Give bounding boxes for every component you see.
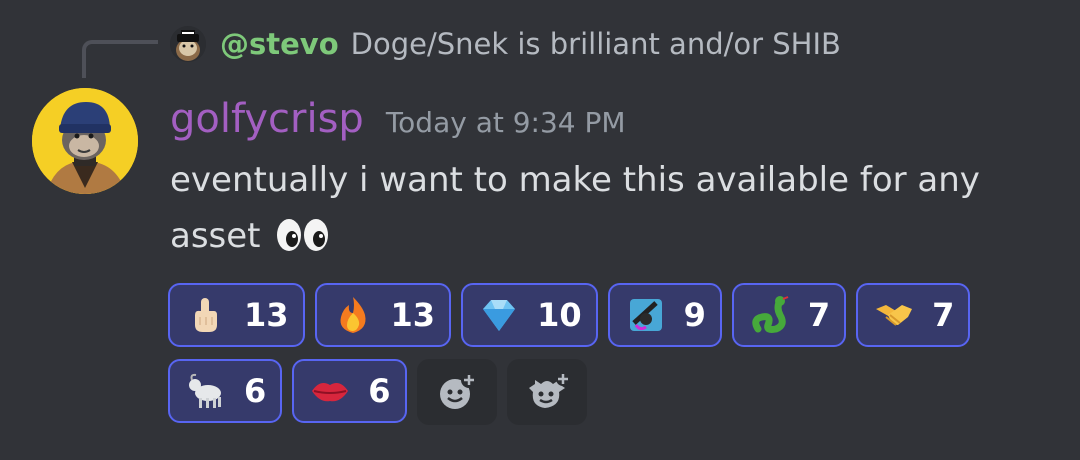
reply-connector-line: [82, 40, 158, 78]
reaction-fire[interactable]: 13: [314, 283, 452, 347]
reaction-handshake[interactable]: 7: [856, 283, 971, 347]
index-finger-up-icon: [186, 295, 226, 335]
handshake-icon: [874, 295, 914, 335]
lips-icon: [310, 371, 350, 411]
reaction-goat[interactable]: 6: [168, 359, 283, 423]
add-super-reaction-button[interactable]: [506, 359, 587, 425]
message-header: golfycrisp Today at 9:34 PM: [170, 96, 626, 152]
custom-blue-creature-icon: [626, 295, 666, 335]
reaction-bar: 13 13 10 9 7 7 6 6: [168, 283, 1048, 437]
reply-username[interactable]: @stevo: [220, 27, 339, 61]
reaction-row: 13 13 10 9 7 7: [168, 283, 1048, 347]
eyes-emoji-icon: [275, 214, 331, 270]
fire-icon: [333, 295, 373, 335]
reaction-index-finger-up[interactable]: 13: [168, 283, 305, 347]
reaction-count: 6: [244, 372, 267, 410]
add-super-reaction-icon: [528, 372, 570, 408]
reaction-count: 6: [368, 372, 391, 410]
add-reaction-icon: [439, 372, 477, 409]
reaction-count: 10: [537, 296, 582, 334]
gem-icon: [479, 295, 519, 335]
reaction-gem[interactable]: 10: [461, 283, 598, 347]
message-content: eventually i want to make this available…: [170, 152, 1040, 270]
reaction-count: 13: [390, 296, 436, 334]
add-reaction-button[interactable]: [416, 359, 497, 425]
snake-icon: [750, 295, 790, 335]
reaction-count: 7: [932, 296, 955, 334]
author-avatar[interactable]: [32, 88, 138, 194]
reply-text: Doge/Snek is brilliant and/or SHIB: [350, 27, 841, 61]
author-username[interactable]: golfycrisp: [170, 96, 364, 142]
chat-message-view: @stevo Doge/Snek is brilliant and/or SHI…: [0, 0, 1080, 460]
reaction-count: 7: [807, 296, 831, 334]
reaction-custom-blue-creature[interactable]: 9: [607, 283, 722, 347]
reaction-snake[interactable]: 7: [731, 283, 847, 347]
reaction-row: 6 6: [168, 359, 1048, 425]
reply-preview[interactable]: @stevo Doge/Snek is brilliant and/or SHI…: [220, 24, 841, 64]
message-timestamp[interactable]: Today at 9:34 PM: [386, 106, 626, 139]
reaction-count: 13: [244, 296, 289, 334]
reaction-lips[interactable]: 6: [292, 359, 407, 423]
reaction-count: 9: [683, 296, 706, 334]
reply-avatar[interactable]: [170, 26, 206, 62]
goat-icon: [186, 371, 226, 411]
